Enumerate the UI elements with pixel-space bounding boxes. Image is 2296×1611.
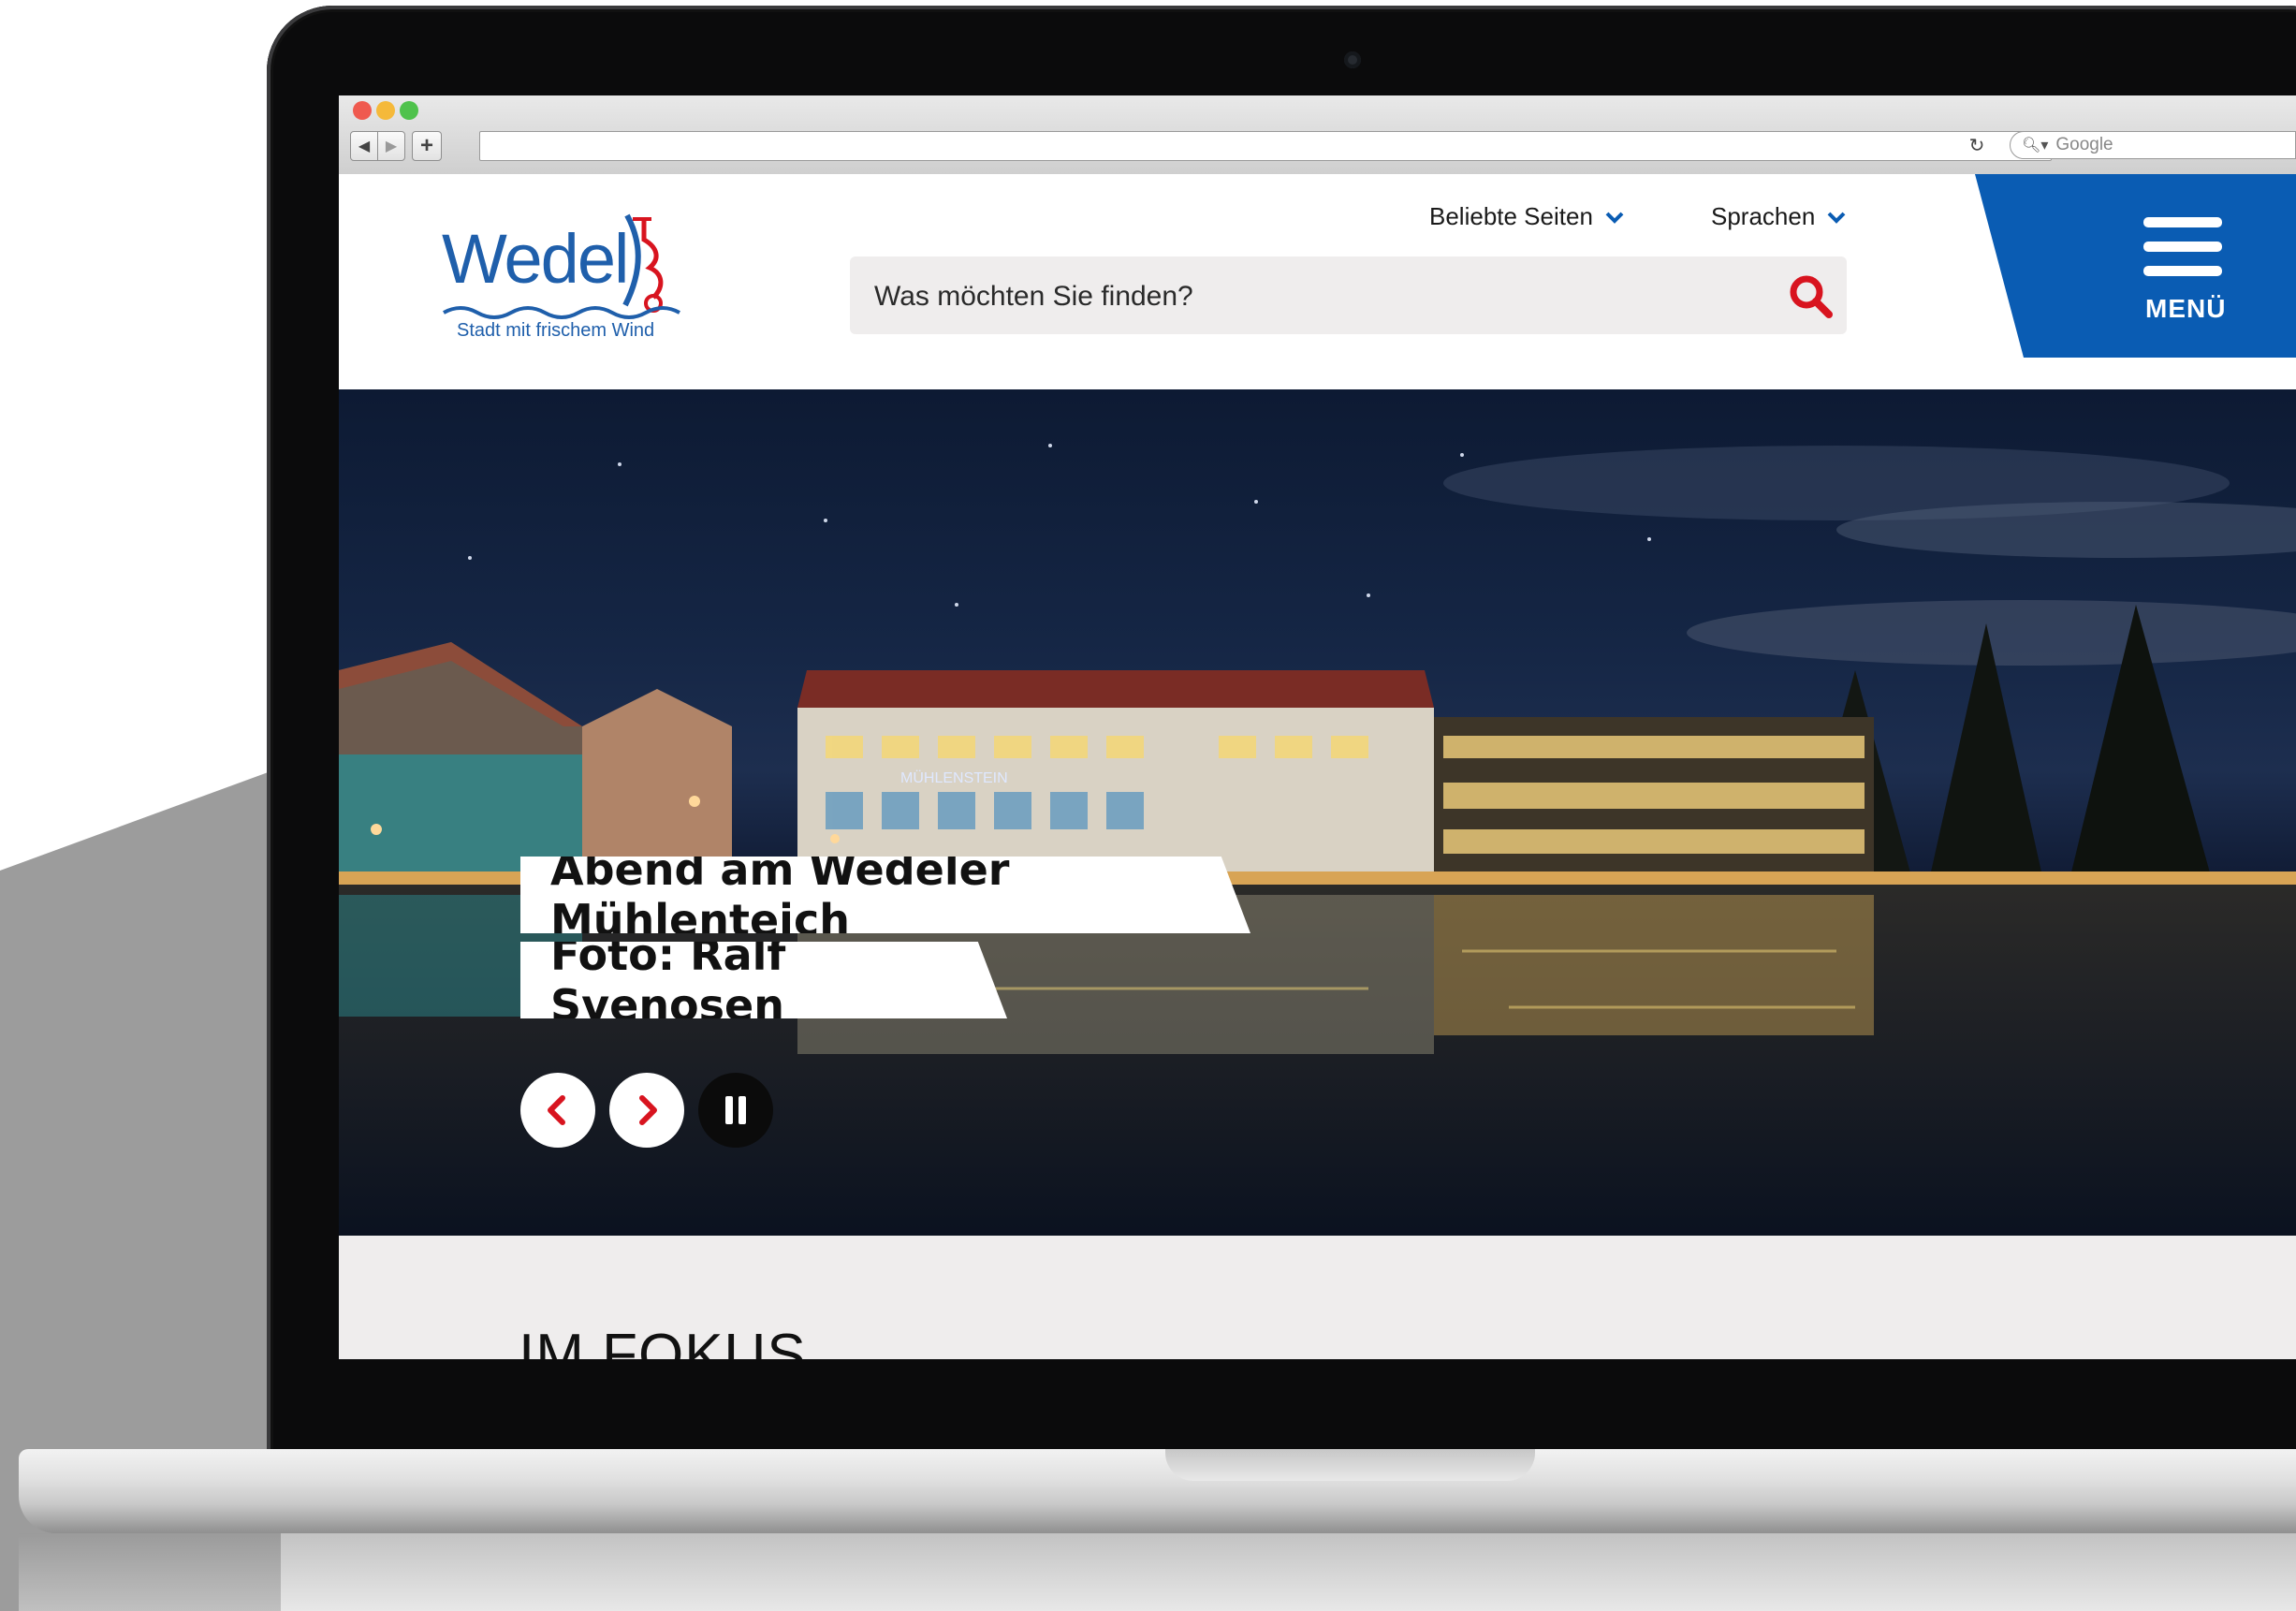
- building-sign-text: MÜHLENSTEIN: [900, 769, 1008, 786]
- hamburger-icon: [2143, 217, 2222, 276]
- forward-arrow-icon: ▶: [385, 139, 398, 154]
- magnifier-icon: 🔍︎▾: [2022, 138, 2049, 154]
- pause-icon: [725, 1096, 746, 1124]
- menu-label: MENÜ: [2145, 294, 2227, 323]
- browser-window: ◀ ▶ + ↻ 🔍︎▾ Google Wedel Stadt mit frisc…: [339, 95, 2296, 1359]
- logo-wave-icon: [443, 306, 680, 319]
- zoom-window-button[interactable]: [400, 101, 418, 120]
- popular-pages-dropdown[interactable]: Beliebte Seiten: [1429, 202, 1625, 231]
- menu-panel-background: [1975, 174, 2296, 358]
- logo-wordmark: Wedel: [442, 220, 629, 298]
- laptop-reflection: [19, 1533, 2296, 1611]
- browser-search-placeholder: Google: [2055, 135, 2113, 154]
- url-bar[interactable]: [479, 131, 2052, 161]
- search-icon[interactable]: [1786, 271, 1835, 320]
- chevron-down-icon: [1827, 212, 1846, 224]
- logo-mark-icon: [622, 213, 664, 313]
- chevron-right-icon: [639, 1095, 657, 1125]
- slide-caption-title: Abend am Wedeler Mühlenteich: [520, 857, 1250, 933]
- languages-dropdown[interactable]: Sprachen: [1711, 202, 1847, 231]
- next-slide-button[interactable]: [609, 1073, 684, 1148]
- webcam-icon: [1344, 51, 1361, 68]
- minimize-window-button[interactable]: [376, 101, 395, 120]
- popular-pages-label: Beliebte Seiten: [1429, 202, 1593, 230]
- chevron-down-icon: [1605, 212, 1624, 224]
- close-window-button[interactable]: [353, 101, 372, 120]
- languages-label: Sprachen: [1711, 202, 1816, 230]
- new-tab-button[interactable]: +: [412, 131, 442, 161]
- pause-slideshow-button[interactable]: [698, 1073, 773, 1148]
- focus-heading: IM FOKUS: [519, 1323, 807, 1359]
- forward-button[interactable]: ▶: [377, 131, 405, 161]
- previous-slide-button[interactable]: [520, 1073, 595, 1148]
- logo-tagline: Stadt mit frischem Wind: [457, 320, 655, 341]
- reload-icon[interactable]: ↻: [1966, 133, 1988, 157]
- hero-slider: MÜHLENSTEIN Abend am Wedeler Mühlenteich…: [339, 389, 2296, 1236]
- browser-toolbar: ◀ ▶ + ↻ 🔍︎▾ Google: [339, 95, 2296, 175]
- search-input[interactable]: [872, 256, 1718, 336]
- site-search-bar: [850, 256, 1847, 336]
- laptop-notch: [1165, 1449, 1535, 1481]
- chevron-left-icon: [548, 1095, 565, 1125]
- laptop-base: [19, 1449, 2296, 1533]
- plus-icon: +: [419, 133, 433, 158]
- browser-search-field[interactable]: 🔍︎▾ Google: [2010, 131, 2296, 159]
- slide-caption-credit: Foto: Ralf Svenosen: [520, 942, 1007, 1018]
- back-button[interactable]: ◀: [350, 131, 378, 161]
- focus-section: IM FOKUS: [339, 1236, 2296, 1359]
- back-arrow-icon: ◀: [358, 139, 371, 154]
